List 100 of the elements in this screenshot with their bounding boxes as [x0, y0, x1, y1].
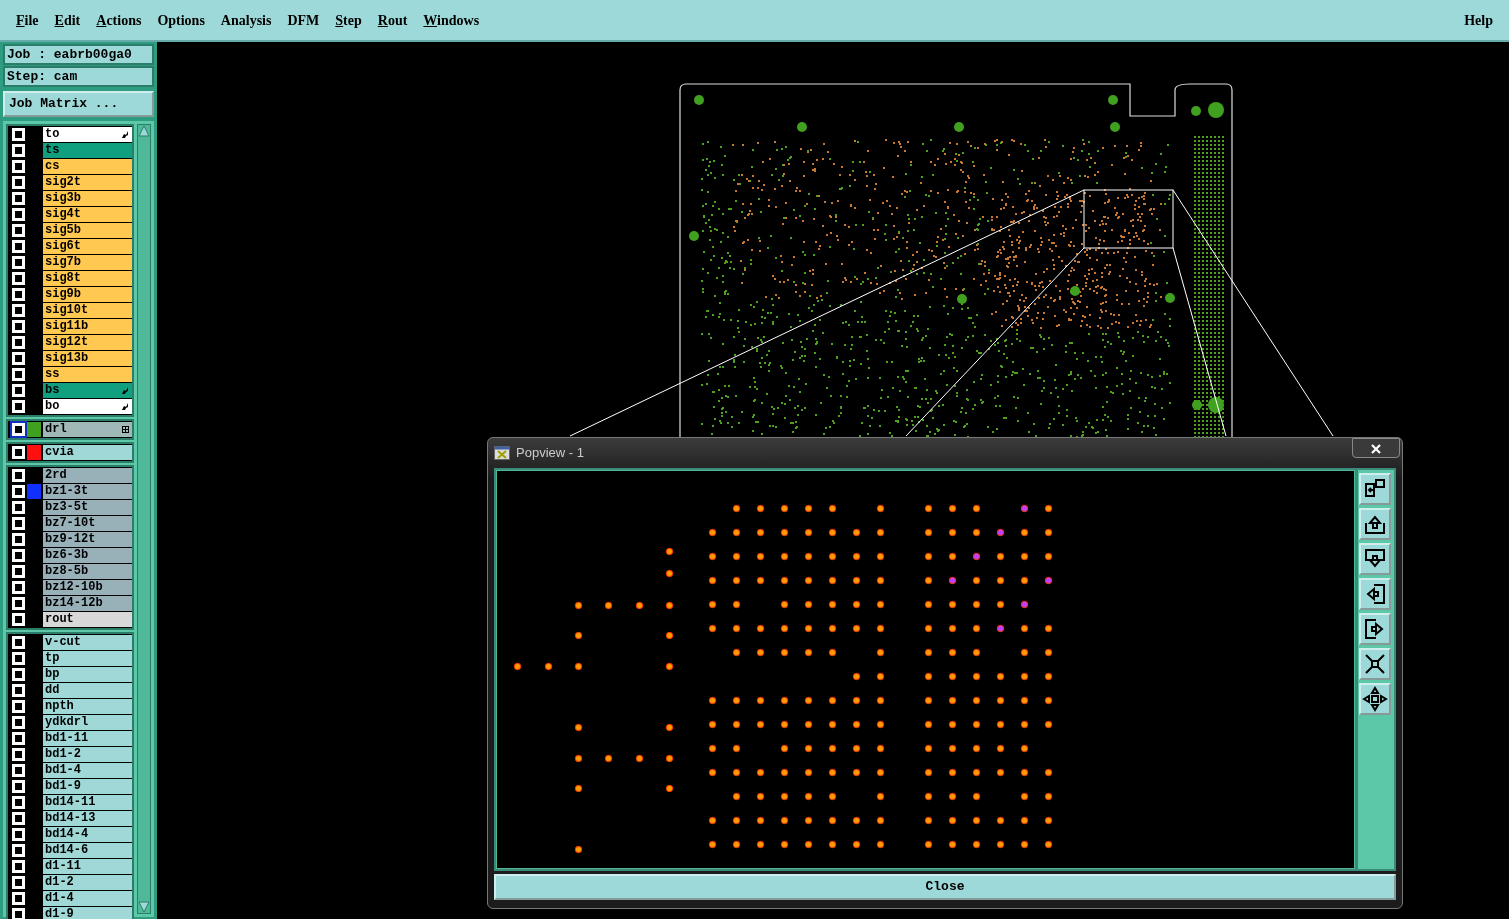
- layer-checkbox[interactable]: [12, 548, 25, 562]
- layer-checkbox[interactable]: [12, 159, 25, 173]
- layer-checkbox[interactable]: [12, 532, 25, 546]
- layer-name[interactable]: sig13b: [43, 350, 132, 366]
- job-matrix-button[interactable]: Job Matrix ...: [3, 91, 154, 117]
- layer-cell[interactable]: bo: [43, 398, 132, 414]
- layer-name[interactable]: bp: [43, 666, 132, 682]
- layer-name[interactable]: sig4t: [43, 206, 132, 222]
- layer-name[interactable]: to: [45, 126, 60, 142]
- layer-name[interactable]: bo: [45, 398, 60, 414]
- layer-checkbox[interactable]: [12, 516, 25, 530]
- layer-checkbox[interactable]: [12, 303, 25, 317]
- layer-checkbox[interactable]: [12, 564, 25, 578]
- layer-name[interactable]: bd14-13: [43, 810, 132, 826]
- layer-checkbox[interactable]: [12, 445, 25, 459]
- layer-cell[interactable]: drl: [43, 421, 132, 437]
- layer-name[interactable]: bz14-12b: [43, 595, 132, 611]
- scroll-up-icon[interactable]: [138, 124, 150, 137]
- layer-name[interactable]: 2rd: [43, 467, 132, 483]
- layer-name[interactable]: bd14-4: [43, 826, 132, 842]
- layer-name[interactable]: v-cut: [43, 634, 132, 650]
- help-menu[interactable]: Help: [1464, 9, 1493, 31]
- menu-item[interactable]: Windows: [423, 9, 480, 31]
- layer-checkbox[interactable]: [12, 907, 25, 919]
- layer-name[interactable]: sig7b: [43, 254, 132, 270]
- layer-checkbox[interactable]: [12, 383, 25, 397]
- layer-name[interactable]: bd14-11: [43, 794, 132, 810]
- menu-item[interactable]: DFM: [287, 9, 320, 31]
- toolbar-button[interactable]: [1359, 648, 1391, 680]
- layer-checkbox[interactable]: [12, 859, 25, 873]
- layer-cell[interactable]: bs: [43, 382, 132, 398]
- layer-checkbox[interactable]: [12, 683, 25, 697]
- layer-checkbox[interactable]: [12, 143, 25, 157]
- layer-name[interactable]: bd1-2: [43, 746, 132, 762]
- layer-name[interactable]: bz1-3t: [43, 483, 132, 499]
- layer-name[interactable]: bz8-5b: [43, 563, 132, 579]
- toolbar-button[interactable]: [1359, 473, 1391, 505]
- menu-item[interactable]: Step: [335, 9, 362, 31]
- layer-name[interactable]: sig10t: [43, 302, 132, 318]
- menu-item[interactable]: Options: [157, 9, 205, 31]
- layer-checkbox[interactable]: [12, 335, 25, 349]
- layer-checkbox[interactable]: [12, 319, 25, 333]
- layer-name[interactable]: d1-4: [43, 890, 132, 906]
- layer-name[interactable]: bz3-5t: [43, 499, 132, 515]
- layer-checkbox[interactable]: [12, 500, 25, 514]
- layer-checkbox[interactable]: [12, 468, 25, 482]
- layer-checkbox[interactable]: [12, 422, 25, 436]
- toolbar-button[interactable]: [1359, 683, 1391, 715]
- layer-checkbox[interactable]: [12, 271, 25, 285]
- layer-name[interactable]: bz7-10t: [43, 515, 132, 531]
- toolbar-button[interactable]: [1359, 543, 1391, 575]
- layer-checkbox[interactable]: [12, 255, 25, 269]
- layer-checkbox[interactable]: [12, 731, 25, 745]
- layer-checkbox[interactable]: [12, 795, 25, 809]
- layer-checkbox[interactable]: [12, 875, 25, 889]
- layer-name[interactable]: npth: [43, 698, 132, 714]
- layer-checkbox[interactable]: [12, 715, 25, 729]
- layer-checkbox[interactable]: [12, 287, 25, 301]
- layer-checkbox[interactable]: [12, 699, 25, 713]
- layer-name[interactable]: sig3b: [43, 190, 132, 206]
- layer-name[interactable]: rout: [43, 611, 132, 627]
- scroll-down-icon[interactable]: [138, 901, 150, 913]
- layer-name[interactable]: dd: [43, 682, 132, 698]
- menu-item[interactable]: Analysis: [220, 9, 272, 31]
- menu-item[interactable]: File: [16, 9, 39, 31]
- layer-name[interactable]: drl: [45, 421, 67, 437]
- layer-checkbox[interactable]: [12, 127, 25, 141]
- layer-checkbox[interactable]: [12, 827, 25, 841]
- layer-name[interactable]: bz6-3b: [43, 547, 132, 563]
- layer-name[interactable]: sig6t: [43, 238, 132, 254]
- layer-name[interactable]: bd1-4: [43, 762, 132, 778]
- layer-checkbox[interactable]: [12, 239, 25, 253]
- layer-name[interactable]: ss: [43, 366, 132, 382]
- menu-item[interactable]: Edit: [54, 9, 81, 31]
- layer-name[interactable]: bs: [45, 382, 60, 398]
- layer-checkbox[interactable]: [12, 747, 25, 761]
- close-button[interactable]: [1352, 438, 1400, 458]
- scrollbar[interactable]: [137, 123, 151, 914]
- layer-name[interactable]: cs: [43, 158, 132, 174]
- layer-checkbox[interactable]: [12, 399, 25, 413]
- layer-name[interactable]: sig9b: [43, 286, 132, 302]
- layer-checkbox[interactable]: [12, 484, 25, 498]
- layer-checkbox[interactable]: [12, 191, 25, 205]
- layer-name[interactable]: d1-9: [43, 906, 132, 919]
- menu-item[interactable]: Rout: [377, 9, 408, 31]
- layer-name[interactable]: tp: [43, 650, 132, 666]
- layer-name[interactable]: bd1-9: [43, 778, 132, 794]
- layer-checkbox[interactable]: [12, 651, 25, 665]
- layer-name[interactable]: bz12-10b: [43, 579, 132, 595]
- layer-checkbox[interactable]: [12, 891, 25, 905]
- layer-checkbox[interactable]: [12, 223, 25, 237]
- layer-checkbox[interactable]: [12, 667, 25, 681]
- layer-name[interactable]: bd1-11: [43, 730, 132, 746]
- layer-checkbox[interactable]: [12, 635, 25, 649]
- close-button[interactable]: Close: [494, 874, 1396, 900]
- layer-name[interactable]: d1-11: [43, 858, 132, 874]
- layer-name[interactable]: d1-2: [43, 874, 132, 890]
- layer-checkbox[interactable]: [12, 367, 25, 381]
- toolbar-button[interactable]: [1359, 508, 1391, 540]
- layer-checkbox[interactable]: [12, 843, 25, 857]
